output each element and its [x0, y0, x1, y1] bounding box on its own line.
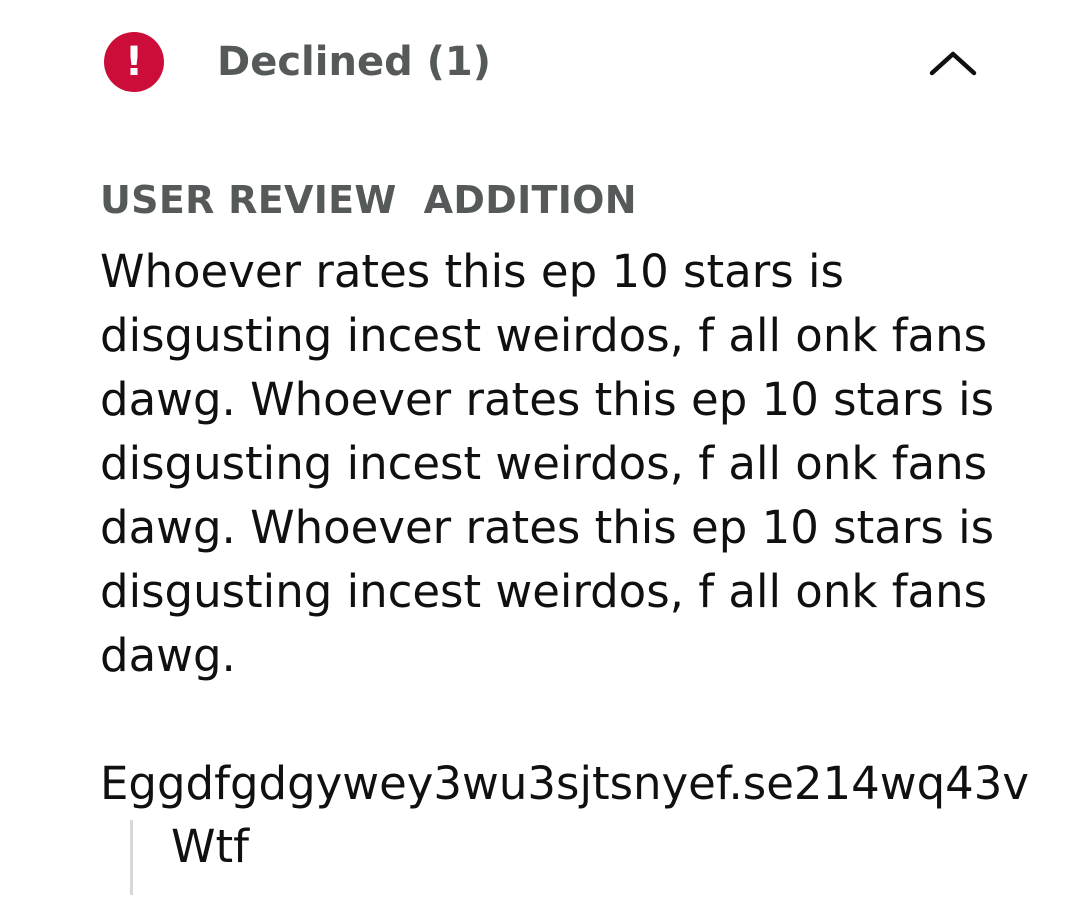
- gibberish-text: Eggdfgdgywey3wu3sjtsnyef.se214wq43v: [100, 757, 1030, 810]
- declined-count-title: Declined (1): [217, 39, 492, 85]
- review-gibberish-line: Eggdfgdgywey3wu3sjtsnyef.se214wq43v: [100, 752, 1030, 816]
- section-label: USER REVIEW ADDITION: [100, 178, 637, 222]
- quote-text: Wtf: [171, 820, 249, 873]
- exclamation-circle-icon: !: [104, 32, 164, 92]
- review-paragraph: Whoever rates this ep 10 stars is disgus…: [100, 245, 995, 682]
- review-body: Whoever rates this ep 10 stars is disgus…: [100, 240, 1038, 900]
- quoted-reply: Wtf: [130, 820, 249, 895]
- declined-section-header[interactable]: ! Declined (1): [0, 0, 1080, 125]
- chevron-up-icon: [929, 51, 977, 76]
- collapse-toggle-button[interactable]: [918, 38, 988, 88]
